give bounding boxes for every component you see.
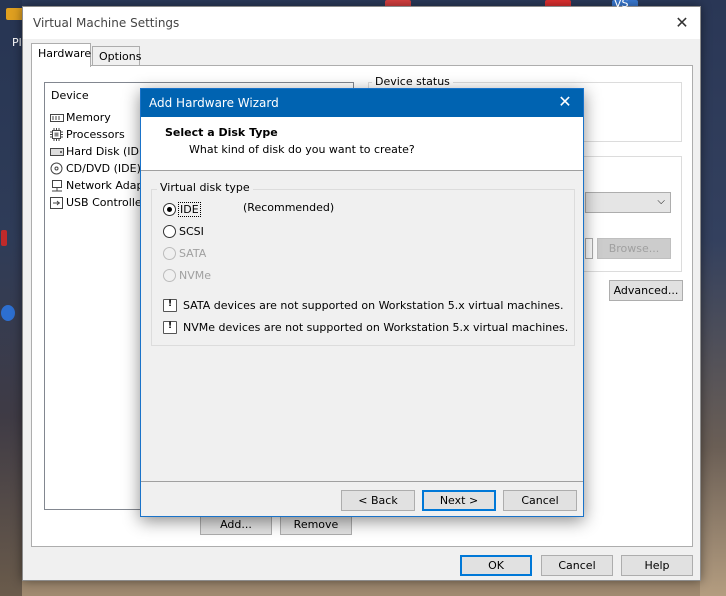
cd-dvd-icon: [49, 162, 64, 175]
radio-label: IDE: [178, 201, 201, 217]
device-label: CD/DVD (IDE): [66, 162, 141, 175]
next-button-label: Next >: [439, 494, 479, 507]
tab-hardware-label: Hardware: [38, 47, 92, 60]
device-label: Processors: [66, 128, 125, 141]
connection-dropdown[interactable]: ⌵: [585, 192, 671, 213]
help-button-label: Help: [644, 559, 670, 572]
back-button-label: < Back: [358, 494, 398, 507]
window-title: Virtual Machine Settings: [33, 16, 180, 30]
recommended-note: (Recommended): [243, 201, 335, 214]
desktop-label: Pl: [12, 36, 22, 49]
wizard-footer-divider: [141, 481, 583, 482]
advanced-button-label: Advanced...: [613, 284, 679, 297]
browse-button-label: Browse...: [608, 242, 660, 255]
path-field[interactable]: [585, 238, 593, 259]
device-status-label: Device status: [372, 75, 453, 88]
wizard-header: Select a Disk Type What kind of disk do …: [141, 117, 583, 171]
radio-nvme[interactable]: NVMe: [163, 267, 211, 283]
step-title: Select a Disk Type: [165, 126, 278, 139]
wizard-cancel-button[interactable]: Cancel: [503, 490, 577, 511]
device-row-usb-controller[interactable]: USB Controller: [49, 194, 146, 211]
advanced-button[interactable]: Advanced...: [609, 280, 683, 301]
radio-label: SCSI: [179, 224, 204, 238]
warning-text: NVMe devices are not supported on Workst…: [183, 320, 569, 334]
add-button-label: Add...: [220, 518, 252, 531]
chevron-down-icon: ⌵: [657, 196, 665, 207]
radio-button-icon: [163, 268, 176, 282]
radio-label: NVMe: [179, 268, 212, 282]
cancel-button[interactable]: Cancel: [541, 555, 613, 576]
info-icon: [163, 298, 177, 312]
memory-icon: [49, 111, 64, 124]
sata-warning: SATA devices are not supported on Workst…: [163, 297, 563, 313]
radio-scsi[interactable]: SCSI: [163, 223, 204, 239]
radio-button-icon: [163, 224, 176, 238]
radio-ide[interactable]: IDE (Recommended): [163, 201, 334, 217]
cancel-button-label: Cancel: [558, 559, 596, 572]
usb-controller-icon: [49, 196, 64, 209]
vm-settings-titlebar: Virtual Machine Settings ✕: [23, 7, 700, 39]
tab-hardware[interactable]: Hardware: [31, 43, 91, 67]
help-button[interactable]: Help: [621, 555, 693, 576]
device-row-memory[interactable]: Memory: [49, 109, 111, 126]
desktop-app-icon[interactable]: [1, 305, 15, 321]
info-icon: [163, 320, 177, 334]
tab-options-label: Options: [99, 50, 142, 63]
device-row-cd-dvd[interactable]: CD/DVD (IDE): [49, 160, 141, 177]
ok-button-label: OK: [488, 559, 504, 572]
radio-button-icon: [163, 202, 176, 216]
virtual-disk-type-label: Virtual disk type: [157, 181, 253, 194]
add-button[interactable]: Add...: [200, 514, 272, 535]
device-label: USB Controller: [66, 196, 147, 209]
desktop-right-strip: [700, 0, 726, 596]
wizard-title: Add Hardware Wizard: [149, 96, 279, 110]
device-label: Hard Disk (IDE): [66, 145, 151, 158]
device-row-hard-disk[interactable]: Hard Disk (IDE): [49, 143, 150, 160]
browse-button[interactable]: Browse...: [597, 238, 671, 259]
radio-sata[interactable]: SATA: [163, 245, 206, 261]
radio-button-icon: [163, 246, 176, 260]
device-row-processors[interactable]: Processors: [49, 126, 125, 143]
desktop-app-icon[interactable]: [1, 230, 7, 246]
remove-button-label: Remove: [293, 518, 339, 531]
network-adapter-icon: [49, 179, 64, 192]
tab-options[interactable]: Options: [92, 46, 142, 66]
ok-button[interactable]: OK: [460, 555, 532, 576]
nvme-warning: NVMe devices are not supported on Workst…: [163, 319, 568, 335]
close-icon[interactable]: ✕: [672, 13, 692, 33]
desktop-left-strip: [0, 0, 22, 596]
add-hardware-wizard: Add Hardware Wizard ✕ Select a Disk Type…: [140, 88, 584, 517]
hard-disk-icon: [49, 145, 64, 158]
next-button[interactable]: Next >: [422, 490, 496, 511]
radio-label: SATA: [179, 246, 207, 260]
processor-icon: [49, 128, 64, 141]
desktop-label: VS: [614, 0, 629, 10]
wizard-titlebar: Add Hardware Wizard ✕: [141, 89, 583, 117]
back-button[interactable]: < Back: [341, 490, 415, 511]
close-icon[interactable]: ✕: [555, 92, 575, 112]
wizard-cancel-button-label: Cancel: [521, 494, 559, 507]
remove-button[interactable]: Remove: [280, 514, 352, 535]
device-column-header: Device: [51, 89, 89, 102]
warning-text: SATA devices are not supported on Workst…: [183, 298, 564, 312]
device-label: Memory: [66, 111, 111, 124]
step-subtitle: What kind of disk do you want to create?: [189, 143, 415, 156]
